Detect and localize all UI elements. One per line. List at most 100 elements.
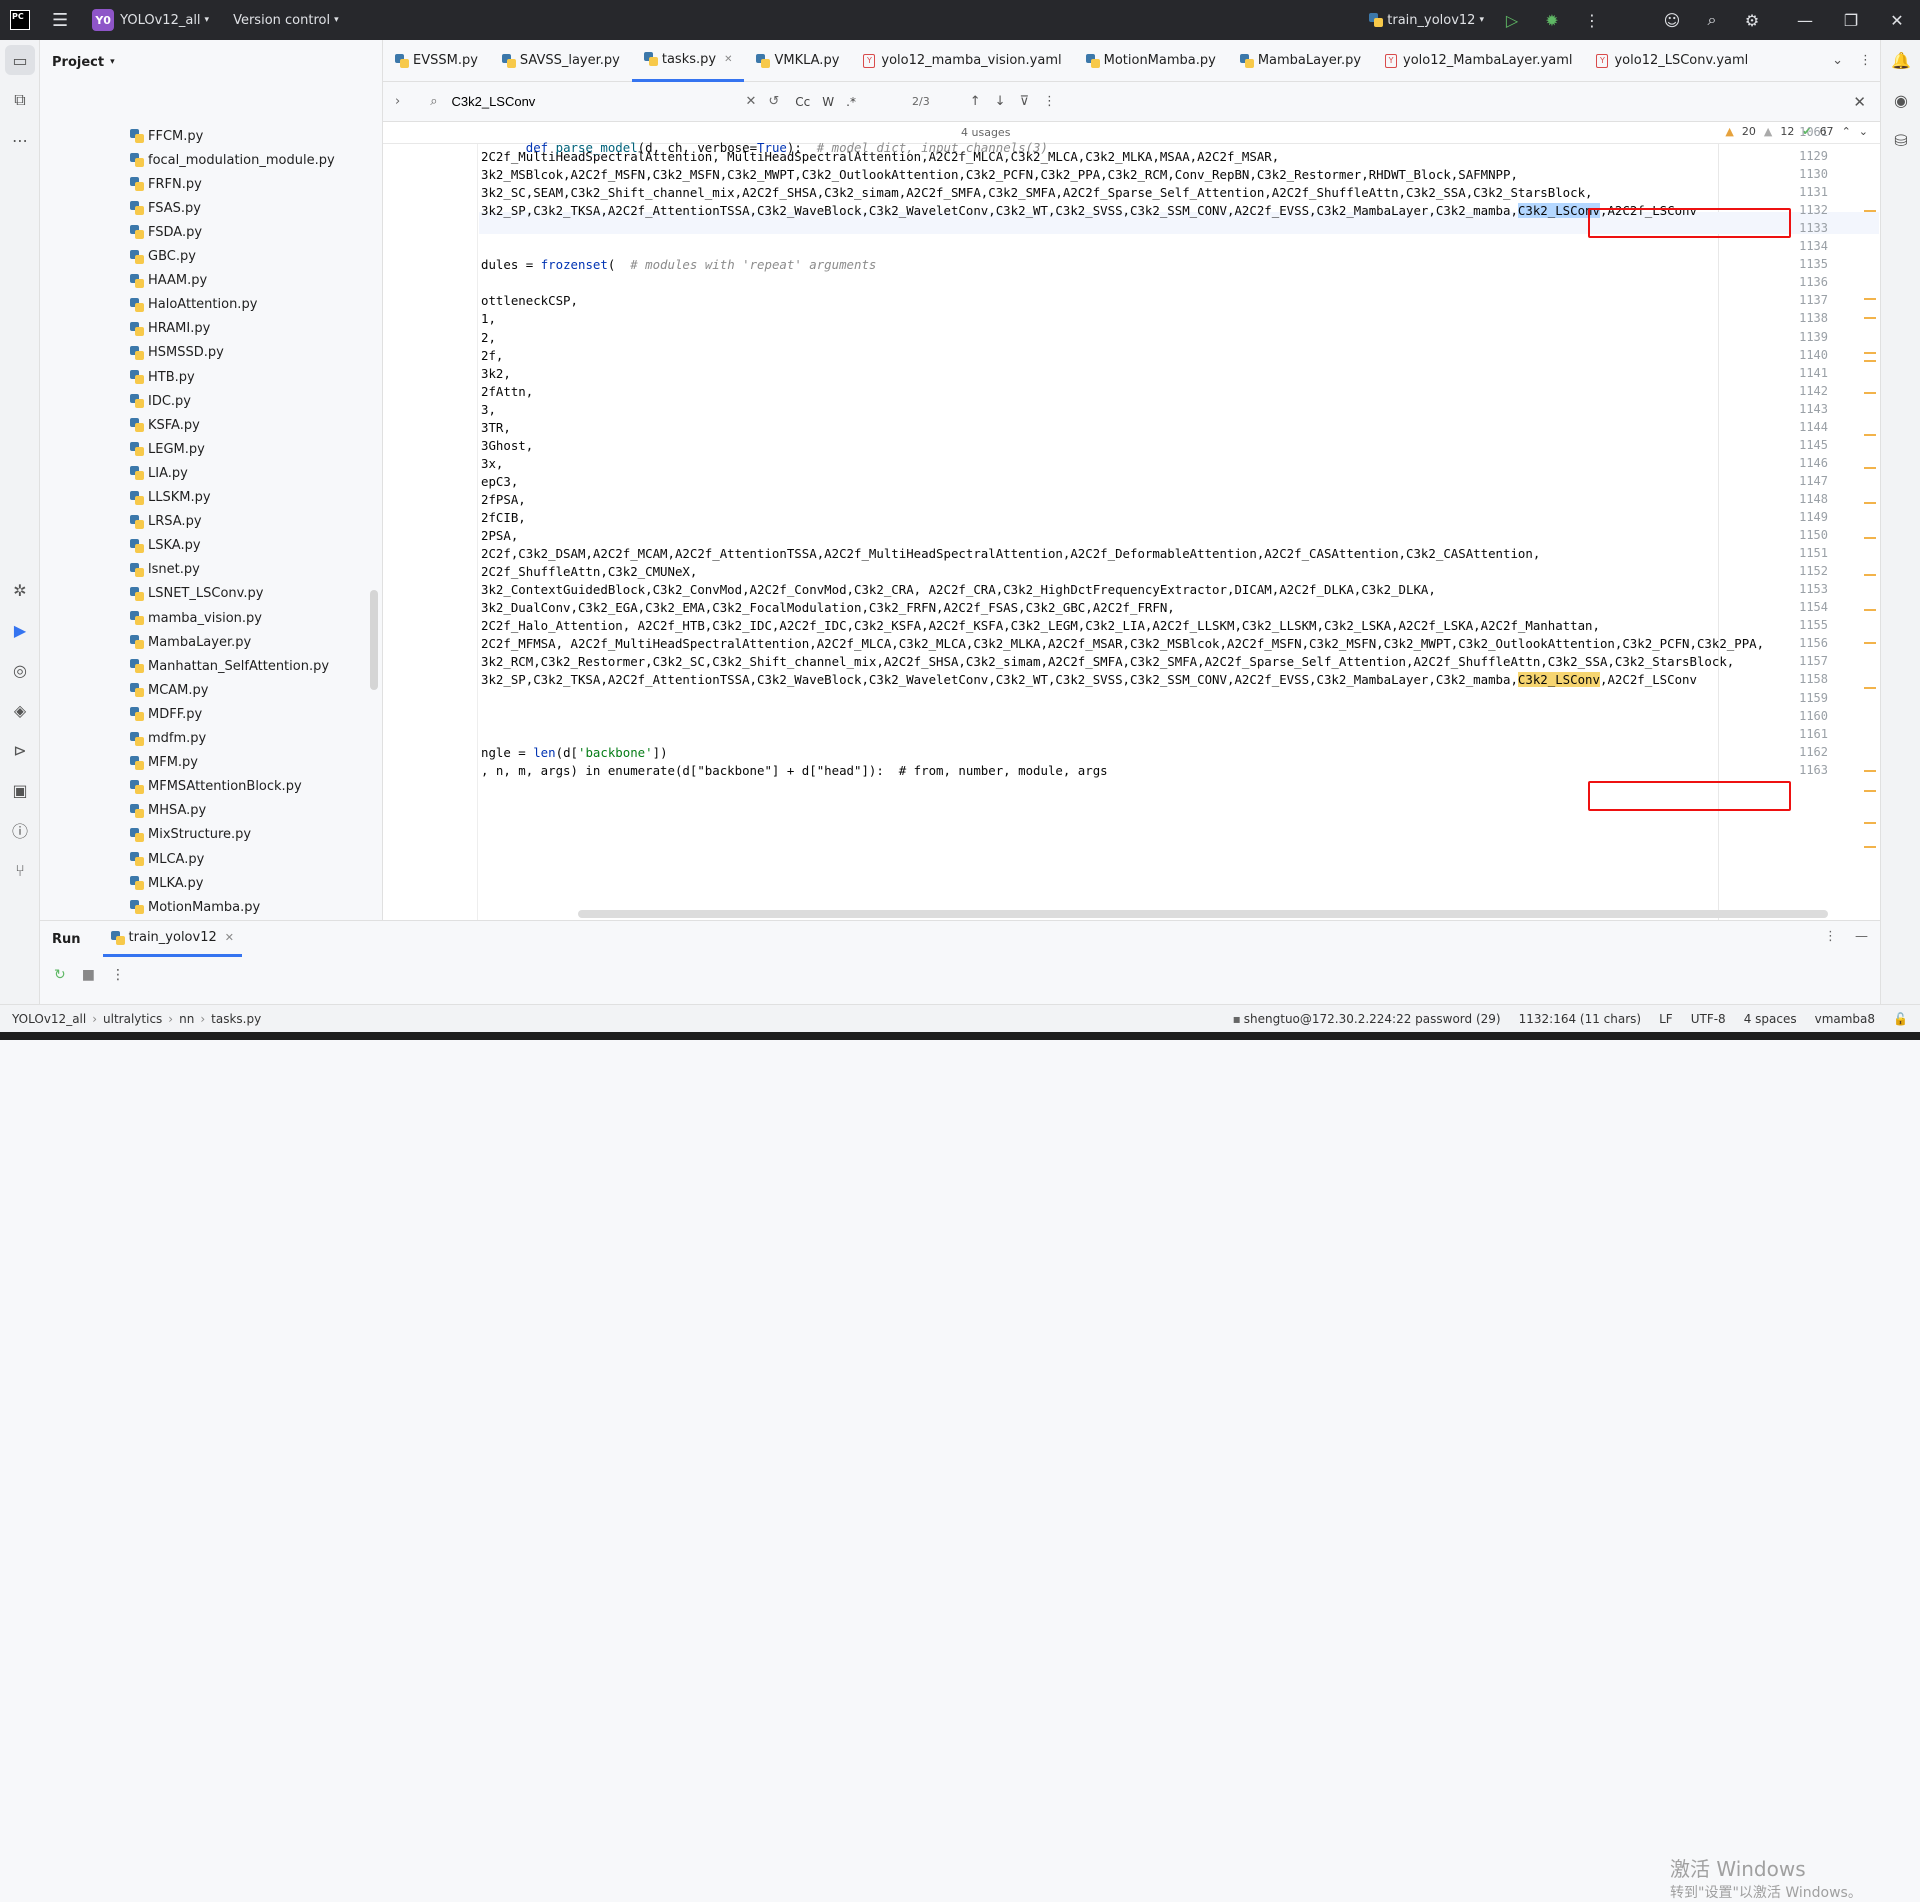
file-tree-item[interactable]: HSMSSD.py <box>130 341 224 365</box>
layers-icon[interactable]: ◈ <box>0 690 40 730</box>
file-tree-item[interactable]: MFMSAttentionBlock.py <box>130 775 302 799</box>
clear-icon[interactable]: ✕ <box>745 94 756 109</box>
lock-icon[interactable]: 🔓 <box>1893 1012 1908 1026</box>
notifications-icon[interactable]: 🔔 <box>1881 40 1920 80</box>
vcs-switcher[interactable]: Version control ▾ <box>225 0 347 40</box>
database-icon[interactable]: ⛁ <box>1881 120 1920 160</box>
file-tree-item[interactable]: MotionMamba.py <box>130 895 260 919</box>
run-config-selector[interactable]: train_yolov12 ▾ <box>1361 0 1492 40</box>
indent-setting[interactable]: 4 spaces <box>1744 1012 1797 1026</box>
file-tree-item[interactable]: LIA.py <box>130 461 188 485</box>
file-tree-item[interactable]: HTB.py <box>130 365 195 389</box>
minimize-panel-icon[interactable]: — <box>1855 929 1868 944</box>
file-tree-item[interactable]: FSDA.py <box>130 220 202 244</box>
breadcrumb-item[interactable]: YOLOv12_all <box>12 1012 86 1026</box>
file-tree-item[interactable]: mdfm.py <box>130 727 206 751</box>
file-tree-item[interactable]: IDC.py <box>130 389 191 413</box>
tab-vmkla-py[interactable]: VMKLA.py <box>744 40 851 82</box>
file-tree-item[interactable]: LSNET_LSConv.py <box>130 582 263 606</box>
arrow-down-icon[interactable]: ↓ <box>995 94 1006 109</box>
restore-icon[interactable]: ❐ <box>1828 0 1874 40</box>
file-tree-item[interactable]: MFM.py <box>130 751 198 775</box>
tab-tasks-py[interactable]: tasks.py ✕ <box>631 40 745 82</box>
file-tree-item[interactable]: GBC.py <box>130 245 196 269</box>
weak-warning-icon[interactable]: ▲ <box>1764 125 1772 138</box>
file-tree-item[interactable]: HRAMI.py <box>130 317 210 341</box>
search-icon[interactable]: ⌕ <box>430 94 437 109</box>
project-header[interactable]: Project ▾ <box>40 40 382 84</box>
tab-mambalayer-py[interactable]: MambaLayer.py <box>1228 40 1373 82</box>
debug-tool-icon[interactable]: ✲ <box>0 570 40 610</box>
project-scrollbar[interactable] <box>370 590 378 690</box>
add-user-icon[interactable]: ☺ <box>1652 0 1692 40</box>
file-tree-item[interactable]: mamba_vision.py <box>130 606 262 630</box>
run-icon[interactable]: ▷ <box>1492 0 1532 40</box>
match-case-toggle[interactable]: Cc <box>795 95 810 109</box>
chevron-down-icon[interactable]: ⌄ <box>1832 53 1843 68</box>
file-tree-item[interactable]: MLCA.py <box>130 847 204 871</box>
tab-yolo12-mamba-vision-yaml[interactable]: Yyolo12_mamba_vision.yaml <box>851 40 1073 82</box>
check-icon[interactable]: ✔ <box>1802 125 1811 138</box>
find-input[interactable] <box>451 94 752 109</box>
file-tree-item[interactable]: MambaLayer.py <box>130 630 251 654</box>
regex-toggle[interactable]: .* <box>846 95 856 109</box>
close-icon[interactable]: ✕ <box>225 931 234 944</box>
arrow-up-icon[interactable]: ↑ <box>970 94 981 109</box>
history-icon[interactable]: ↺ <box>768 94 779 109</box>
main-menu-button[interactable]: ☰ <box>44 0 76 40</box>
file-tree-item[interactable]: FFCM.py <box>130 124 203 148</box>
more-icon[interactable]: ⋮ <box>1043 94 1056 109</box>
folder-icon[interactable]: ▭ <box>5 45 35 75</box>
rerun-icon[interactable]: ↻ <box>54 967 66 983</box>
file-tree-item[interactable]: FRFN.py <box>130 172 202 196</box>
file-tree-item[interactable]: FSAS.py <box>130 196 201 220</box>
usages-link[interactable]: 4 usages <box>961 126 1010 139</box>
file-tree-item[interactable]: lsnet.py <box>130 558 200 582</box>
structure-icon[interactable]: ⧉ <box>0 80 40 120</box>
caret-position[interactable]: 1132:164 (11 chars) <box>1519 1012 1642 1026</box>
file-tree-item[interactable]: KSFA.py <box>130 413 200 437</box>
file-tree-item[interactable]: MHSA.py <box>130 799 206 823</box>
close-find-icon[interactable]: ✕ <box>1853 93 1866 111</box>
minimize-icon[interactable]: — <box>1782 0 1828 40</box>
file-tree-item[interactable]: HaloAttention.py <box>130 293 257 317</box>
file-tree-item[interactable]: MLKA.py <box>130 871 204 895</box>
file-tree-item[interactable]: LRSA.py <box>130 510 202 534</box>
tab-savss-layer-py[interactable]: SAVSS_layer.py <box>490 40 632 82</box>
remote-host[interactable]: ▪ shengtuo@172.30.2.224:22 password (29) <box>1233 1012 1501 1026</box>
breadcrumb-item[interactable]: nn <box>179 1012 194 1026</box>
services-icon[interactable]: ⊳ <box>0 730 40 770</box>
close-tab-icon[interactable]: ✕ <box>724 54 732 65</box>
filter-icon[interactable]: ⊽ <box>1020 94 1030 109</box>
file-tree-item[interactable]: LEGM.py <box>130 437 205 461</box>
python-console-icon[interactable]: ◎ <box>0 650 40 690</box>
whole-word-toggle[interactable]: W <box>822 95 834 109</box>
tab-yolo12-lsconv-yaml[interactable]: Yyolo12_LSConv.yaml <box>1584 40 1760 82</box>
code-editor[interactable]: 1129 2C2f_MultiHeadSpectralAttention, Mul… <box>383 122 1880 920</box>
more-icon[interactable]: ⋮ <box>1572 0 1612 40</box>
warning-icon[interactable]: ▲ <box>1725 125 1733 138</box>
more-tools-icon[interactable]: ⋯ <box>0 120 40 160</box>
tab-motionmamba-py[interactable]: MotionMamba.py <box>1074 40 1228 82</box>
problems-icon[interactable]: ⓘ <box>0 810 40 850</box>
debug-icon[interactable]: ✹ <box>1532 0 1572 40</box>
line-separator[interactable]: LF <box>1659 1012 1673 1026</box>
run-tool-icon[interactable]: ▶ <box>0 610 40 650</box>
file-tree-item[interactable]: MCAM.py <box>130 678 208 702</box>
close-icon[interactable]: ✕ <box>1874 0 1920 40</box>
file-tree-item[interactable]: HAAM.py <box>130 269 207 293</box>
file-tree-item[interactable]: Manhattan_SelfAttention.py <box>130 654 329 678</box>
chevron-right-icon[interactable]: › <box>395 94 400 109</box>
settings-icon[interactable]: ⚙ <box>1732 0 1772 40</box>
more-icon[interactable]: ⋮ <box>1859 53 1872 68</box>
python-interpreter[interactable]: vmamba8 <box>1815 1012 1875 1026</box>
tab-yolo12-mambalayer-yaml[interactable]: Yyolo12_MambaLayer.yaml <box>1373 40 1584 82</box>
more-icon[interactable]: ⋮ <box>111 967 125 983</box>
terminal-icon[interactable]: ▣ <box>0 770 40 810</box>
tab-evssm-py[interactable]: EVSSM.py <box>383 40 490 82</box>
more-icon[interactable]: ⋮ <box>1824 929 1837 944</box>
file-tree-item[interactable]: LLSKM.py <box>130 486 211 510</box>
chevron-up-icon[interactable]: ⌃ <box>1842 125 1851 138</box>
stop-icon[interactable]: ■ <box>82 967 95 983</box>
file-tree-item[interactable]: MDFF.py <box>130 702 202 726</box>
